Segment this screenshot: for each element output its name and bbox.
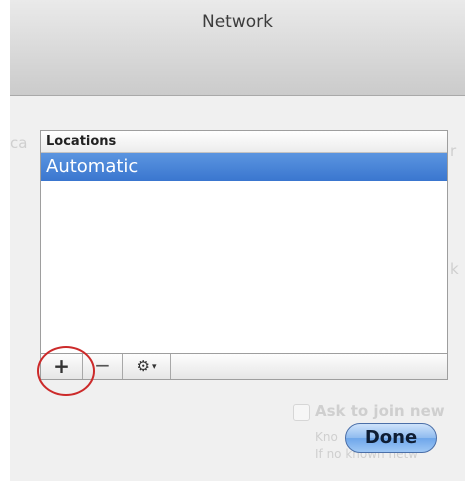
background-help-line-1: Kno	[315, 430, 338, 444]
ask-to-join-label: Ask to join new	[315, 402, 445, 420]
chevron-down-icon: ▾	[151, 362, 157, 372]
locations-header: Locations	[41, 131, 447, 153]
background-text-left: ca	[10, 134, 28, 152]
background-text-right-1: r	[450, 142, 457, 160]
location-item-automatic[interactable]: Automatic	[41, 153, 447, 181]
network-window: Network ca r k Ask to join new Kno If no…	[10, 0, 465, 481]
remove-location-button[interactable]: −	[83, 354, 123, 379]
done-button[interactable]: Done	[345, 423, 437, 453]
locations-toolbar: + − ⚙ ▾	[40, 353, 448, 380]
title-bar: Network	[10, 0, 465, 96]
screenshot: Network ca r k Ask to join new Kno If no…	[0, 0, 465, 481]
add-location-button[interactable]: +	[41, 354, 83, 379]
action-menu-button[interactable]: ⚙ ▾	[123, 354, 171, 379]
ask-to-join-checkbox	[293, 404, 310, 421]
locations-list: Locations Automatic	[40, 130, 448, 380]
window-title: Network	[202, 12, 273, 32]
gear-icon: ⚙	[136, 357, 150, 375]
background-text-right-2: k	[450, 260, 459, 278]
